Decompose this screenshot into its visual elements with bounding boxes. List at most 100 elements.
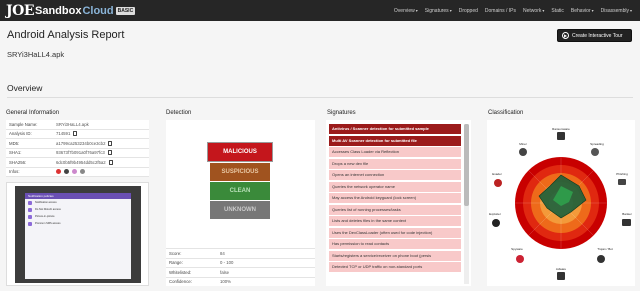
signature-item[interactable]: Queries the network operator name: [329, 181, 461, 192]
nav-overview[interactable]: Overview▾: [394, 8, 418, 14]
md5-value: a1799ca253234b0ce3cb2: [56, 140, 106, 146]
brand-cloud: Cloud: [82, 4, 114, 17]
label-adware: Adware: [556, 267, 567, 271]
brand-logo[interactable]: JOE Sandbox Cloud BASIC: [6, 2, 136, 19]
row-key: Confidence:: [169, 279, 192, 285]
signature-item[interactable]: Multi AV Scanner detection for submitted…: [329, 135, 461, 146]
signatures-title: Signatures: [327, 110, 356, 116]
detection-panel: MALICIOUS SUSPICIOUS CLEAN UNKNOWN: [166, 120, 315, 248]
level-clean: CLEAN: [210, 182, 270, 200]
row-key: Range:: [169, 260, 183, 266]
list-item: Premium SMS access: [25, 220, 131, 227]
level-unknown: UNKNOWN: [210, 201, 270, 219]
overview-title: Overview: [7, 83, 43, 93]
alert-icon[interactable]: [56, 169, 61, 175]
detection-table: Score: 84 Range: 0 - 100 Whitelisted: false…: [166, 248, 315, 286]
sha256-value: 6dc0b5f9b4954dd5c2f5a2: [56, 159, 106, 165]
table-row: Range: 0 - 100: [166, 257, 315, 268]
trojan-icon: [597, 255, 605, 263]
signature-item[interactable]: May access the Android keyguard (lock sc…: [329, 193, 461, 203]
nav-dropped[interactable]: Dropped: [459, 8, 478, 14]
spyware-icon: [516, 255, 524, 263]
range-value: 0 - 100: [220, 260, 234, 266]
general-info-title: General Information: [6, 110, 60, 116]
analysis-id-value: 714591: [56, 131, 71, 137]
chevron-down-icon: ▾: [629, 7, 632, 13]
table-row: SHA256: 6dc0b5f9b4954dd5c2f5a2: [6, 158, 149, 168]
detection-meter: MALICIOUS SUSPICIOUS CLEAN UNKNOWN: [207, 142, 273, 220]
miner-icon: [519, 148, 527, 156]
adware-icon: [557, 272, 565, 280]
spreading-icon: [591, 148, 599, 156]
nav-domains-ips[interactable]: Domains / IPs: [485, 8, 516, 14]
detection-title: Detection: [166, 110, 192, 116]
row-key: SHA1:: [9, 150, 22, 156]
navbar: JOE Sandbox Cloud BASIC Overview▾ Signat…: [0, 0, 640, 21]
list-item: Picture-in-picture: [25, 213, 131, 220]
whitelisted-value: false: [220, 269, 230, 275]
confidence-value: 100%: [220, 279, 231, 285]
nav-signatures[interactable]: Signatures▾: [425, 8, 452, 14]
scrollbar-thumb[interactable]: [464, 124, 469, 206]
signature-item[interactable]: Has permission to read contacts: [329, 239, 461, 249]
row-key: Sample Name:: [9, 121, 38, 127]
table-row: Score: 84: [166, 248, 315, 258]
nav-label: Disassembly: [600, 7, 629, 14]
label-phishing: Phishing: [616, 172, 628, 176]
table-row: Sample Name: SRYi3HaLL4.apk: [6, 120, 149, 130]
signature-item[interactable]: Starts/registers a service/receiver on p…: [329, 250, 461, 261]
table-row: SHA1: 93673f7b091a0f76a97fc3: [6, 149, 149, 158]
nav-label: Network: [523, 7, 542, 14]
signature-item[interactable]: Detected TCP or UDP traffic on non-stand…: [329, 262, 461, 272]
label-ransomware: Ransomware: [552, 127, 570, 131]
chevron-down-icon: ▾: [415, 7, 418, 13]
row-value: 714591: [56, 131, 149, 137]
general-info-table: Sample Name: SRYi3HaLL4.apk Analysis ID:…: [6, 120, 149, 177]
scrollbar[interactable]: [464, 124, 469, 284]
signature-item[interactable]: Antivirus / Scanner detection for submit…: [329, 124, 461, 134]
nav-label: Signatures: [424, 7, 449, 14]
row-key: Whitelisted:: [169, 269, 192, 275]
brand-sandbox: Sandbox: [35, 4, 82, 17]
copy-icon[interactable]: [107, 150, 112, 156]
sample-screenshot[interactable]: Notification policies Notification acces…: [6, 182, 149, 286]
banker-icon: [622, 219, 631, 226]
signature-list: Antivirus / Scanner detection for submit…: [329, 124, 461, 274]
bell-icon[interactable]: [72, 169, 77, 175]
sample-name-value: SRYi3HaLL4.apk: [56, 121, 89, 127]
row-value: 6dc0b5f9b4954dd5c2f5a2: [56, 159, 149, 165]
signature-item[interactable]: Lists and deletes files in the same cont…: [329, 216, 461, 226]
nav-behavior[interactable]: Behavior▾: [571, 8, 594, 14]
signature-item[interactable]: Accesses Class Loader via Reflection: [329, 147, 461, 157]
nav-label: Dropped: [458, 7, 478, 14]
nav-disassembly[interactable]: Disassembly▾: [601, 8, 632, 14]
nav-label: Static: [551, 7, 564, 14]
phone-screen: Notification policies Notification acces…: [25, 193, 131, 279]
bug-icon[interactable]: [64, 169, 69, 175]
label-spreading: Spreading: [590, 142, 604, 146]
chevron-down-icon: ▾: [591, 7, 594, 13]
gear-icon[interactable]: [80, 169, 85, 175]
signature-item[interactable]: Opens an internet connection: [329, 170, 461, 180]
chevron-down-icon: ▾: [449, 7, 452, 13]
table-row: Analysis ID: 714591: [6, 130, 149, 139]
nav-menu: Overview▾ Signatures▾ Dropped Domains / …: [387, 0, 632, 21]
row-value: SRYi3HaLL4.apk: [56, 122, 149, 127]
create-tour-button[interactable]: ▶ Create Interactive Tour: [557, 29, 632, 42]
copy-icon[interactable]: [108, 140, 113, 146]
signature-item[interactable]: Drops a new dex file: [329, 158, 461, 169]
signature-item[interactable]: Queries list of running processes/tasks: [329, 204, 461, 215]
phone-frame: Notification policies Notification acces…: [15, 186, 141, 283]
nav-static[interactable]: Static: [551, 8, 564, 14]
signature-item[interactable]: Uses the DexClassLoader (often used for …: [329, 227, 461, 238]
label-miner: Miner: [519, 142, 527, 146]
classification-chart: Ransomware Spreading Phishing Banker Tro…: [489, 127, 632, 280]
copy-icon[interactable]: [108, 159, 113, 165]
nav-label: Domains / IPs: [484, 7, 517, 14]
copy-icon[interactable]: [73, 131, 78, 137]
info-icons: [56, 169, 149, 175]
nav-network[interactable]: Network▾: [523, 8, 544, 14]
list-item: Do Not Disturb access: [25, 206, 131, 213]
brand-badge: BASIC: [115, 6, 136, 15]
classification-title: Classification: [488, 110, 524, 116]
